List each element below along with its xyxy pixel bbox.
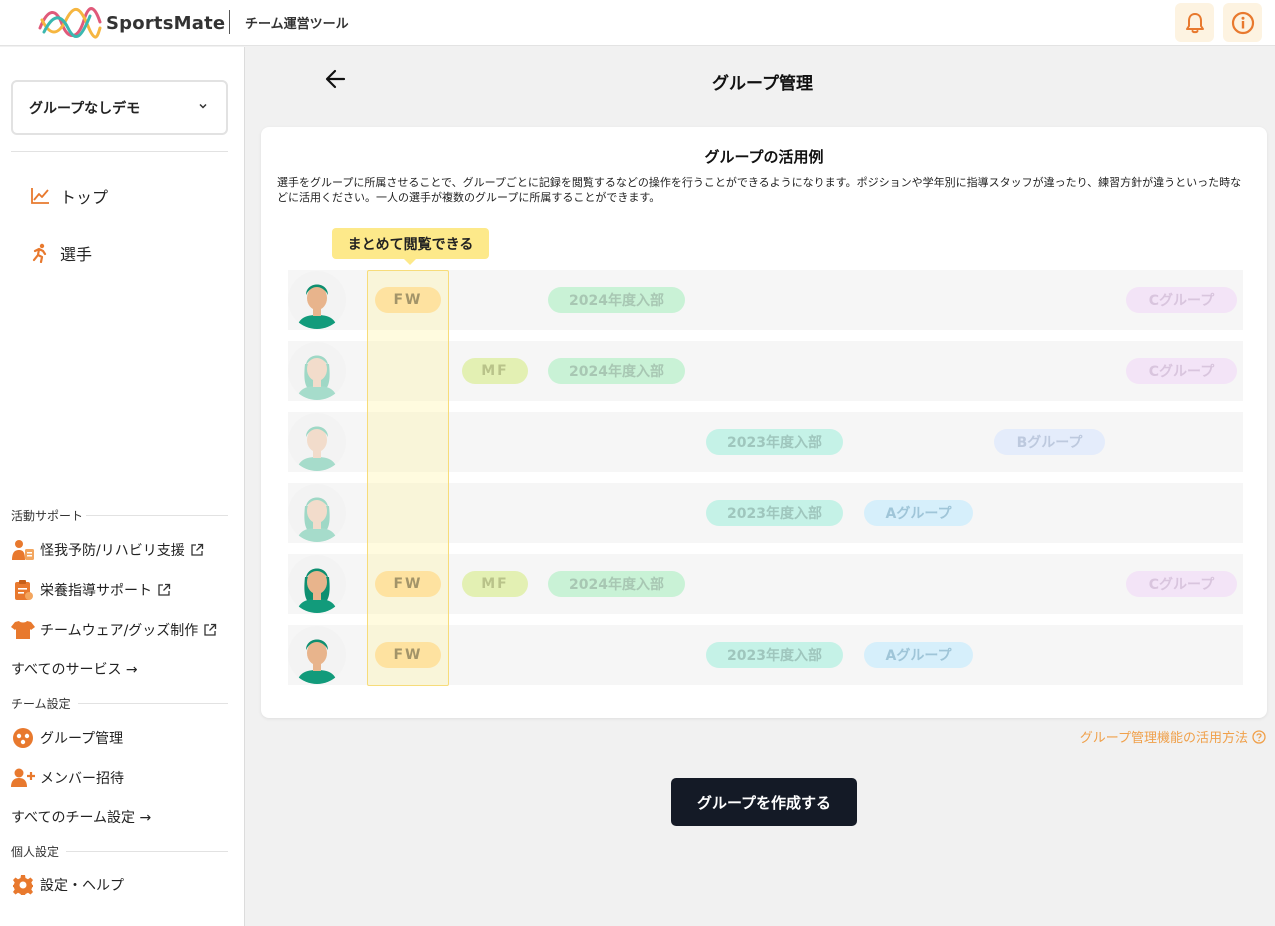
app-name: チーム運営ツール (245, 17, 349, 32)
player-row: 2023年度入部 Aグループ (288, 483, 1243, 543)
group-icon (11, 727, 35, 749)
logo-divider (229, 10, 230, 34)
year-2024-pill: 2024年度入部 (548, 287, 685, 313)
group-a-pill: Aグループ (864, 642, 973, 668)
external-link-icon (204, 623, 217, 636)
sportsmate-logo[interactable]: SportsMate (38, 6, 225, 40)
player-row: MF 2024年度入部 Cグループ (288, 341, 1243, 401)
chart-line-icon (30, 186, 50, 206)
bell-icon (1185, 12, 1204, 33)
sidebar-item-settings-help[interactable]: 設定・ヘルプ (11, 874, 124, 896)
sidebar-item-players[interactable]: 選手 (30, 241, 92, 265)
group-selector-label: グループなしデモ (29, 100, 141, 117)
player-avatar (288, 626, 346, 684)
year-2024-pill: 2024年度入部 (548, 571, 685, 597)
player-avatar (288, 342, 346, 400)
sidebar-item-teamwear[interactable]: チームウェア/グッズ制作 (11, 619, 217, 641)
tshirt-icon (11, 619, 35, 641)
back-arrow-icon[interactable] (324, 68, 348, 90)
group-b-pill: Bグループ (994, 429, 1105, 455)
player-avatar (288, 555, 346, 613)
player-row: FW MF 2024年度入部 Cグループ (288, 554, 1243, 614)
year-2023-pill: 2023年度入部 (706, 500, 843, 526)
highlight-column (367, 270, 449, 686)
section-divider (66, 851, 228, 852)
card-description: 選手をグループに所属させることで、グループごとに記録を閲覧するなどの操作を行うこ… (277, 176, 1242, 204)
sidebar-item-injury-support[interactable]: 怪我予防/リハビリ支援 (11, 539, 204, 561)
info-button[interactable] (1223, 3, 1262, 42)
sidebar-divider (11, 151, 228, 152)
injury-support-icon (11, 539, 35, 561)
section-label-support: 活動サポート (11, 509, 84, 523)
sidebar: グループなしデモ トップ 選手 活動サポート 怪我予防/リハビリ支援 栄養指導サ… (0, 47, 245, 926)
help-link-label: グループ管理機能の活用方法 (1079, 731, 1248, 746)
position-mf-pill: MF (462, 358, 528, 384)
sidebar-item-label: 栄養指導サポート (40, 583, 152, 599)
question-circle-icon (1252, 729, 1266, 744)
section-label-team: チーム設定 (11, 697, 71, 711)
all-team-settings-link[interactable]: すべてのチーム設定 → (11, 807, 151, 827)
section-label-personal: 個人設定 (11, 845, 60, 859)
card-title: グループの活用例 (704, 148, 824, 166)
clipboard-icon (11, 579, 35, 601)
group-a-pill: Aグループ (864, 500, 973, 526)
all-services-link[interactable]: すべてのサービス → (11, 659, 138, 679)
year-2024-pill: 2024年度入部 (548, 358, 685, 384)
sidebar-item-label: チームウェア/グッズ制作 (40, 623, 199, 639)
notifications-button[interactable] (1175, 3, 1214, 42)
section-divider (78, 703, 228, 704)
create-group-button[interactable]: グループを作成する (671, 778, 857, 826)
sidebar-item-label: メンバー招待 (40, 771, 124, 787)
group-c-pill: Cグループ (1126, 358, 1237, 384)
year-2023-pill: 2023年度入部 (706, 642, 843, 668)
external-link-icon (191, 543, 203, 556)
add-user-icon (11, 767, 35, 789)
top-bar: SportsMate チーム運営ツール (0, 0, 1275, 46)
position-fw-pill: FW (375, 642, 441, 668)
logo-text: SportsMate (106, 12, 226, 34)
sidebar-item-label: 選手 (60, 245, 93, 264)
sidebar-item-label: グループ管理 (40, 731, 124, 747)
gear-icon (11, 874, 35, 896)
group-usage-card: グループの活用例 選手をグループに所属させることで、グループごとに記録を閲覧する… (261, 127, 1267, 718)
player-avatar (288, 484, 346, 542)
logo-wave-icon (38, 7, 102, 39)
sidebar-item-nutrition[interactable]: 栄養指導サポート (11, 579, 171, 601)
sidebar-item-label: 設定・ヘルプ (40, 878, 124, 894)
player-row: 2023年度入部 Bグループ (288, 412, 1243, 472)
callout-tooltip: まとめて閲覧できる (332, 228, 489, 259)
position-fw-pill: FW (375, 571, 441, 597)
player-avatar (288, 413, 346, 471)
group-c-pill: Cグループ (1126, 287, 1237, 313)
player-row: FW 2023年度入部 Aグループ (288, 625, 1243, 685)
callout-pointer (404, 259, 416, 265)
player-avatar (288, 271, 346, 329)
page-title: グループ管理 (712, 74, 813, 94)
sidebar-item-top[interactable]: トップ (30, 184, 108, 208)
runner-icon (30, 243, 50, 263)
sidebar-item-invite-member[interactable]: メンバー招待 (11, 767, 124, 789)
external-link-icon (158, 583, 171, 596)
group-c-pill: Cグループ (1126, 571, 1237, 597)
section-divider (86, 515, 228, 516)
sidebar-item-label: 怪我予防/リハビリ支援 (40, 543, 185, 559)
player-row: FW 2024年度入部 Cグループ (288, 270, 1243, 330)
position-fw-pill: FW (375, 287, 441, 313)
position-mf-pill: MF (462, 571, 528, 597)
year-2023-pill: 2023年度入部 (706, 429, 843, 455)
help-link[interactable]: グループ管理機能の活用方法 (1080, 727, 1266, 746)
group-selector[interactable]: グループなしデモ (11, 80, 228, 135)
info-icon (1231, 11, 1254, 34)
sidebar-item-group-management[interactable]: グループ管理 (11, 727, 123, 749)
chevron-down-icon (199, 103, 207, 109)
sidebar-item-label: トップ (60, 188, 109, 207)
